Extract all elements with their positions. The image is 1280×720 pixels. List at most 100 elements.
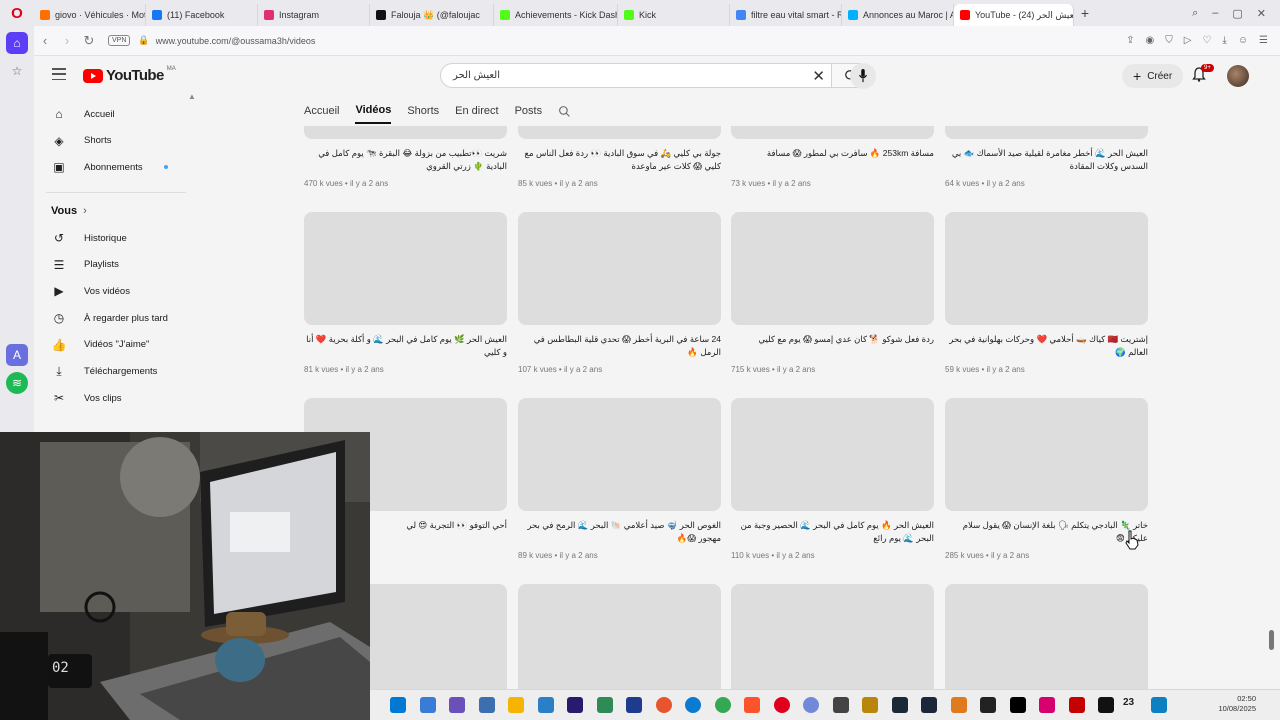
capcut-icon[interactable] [980, 697, 996, 713]
opera-icon[interactable] [773, 697, 790, 713]
download-icon[interactable]: ⤓ [1222, 35, 1226, 46]
browser-tab[interactable]: Kick [618, 4, 730, 26]
discord-icon[interactable] [803, 697, 819, 713]
channel-search-icon[interactable] [558, 105, 571, 118]
video-thumbnail[interactable] [945, 584, 1148, 689]
video-title[interactable]: العيش الحر 🌿 يوم كامل في البحر 🌊 و أكلة … [304, 333, 507, 359]
tab-vidéos[interactable]: Vidéos [355, 98, 392, 124]
forward-icon[interactable]: › [56, 33, 78, 48]
brave-icon[interactable] [744, 697, 760, 713]
maximize-icon[interactable]: ▢ [1232, 7, 1242, 20]
video-thumbnail[interactable] [731, 212, 934, 325]
video-thumbnail[interactable] [731, 126, 934, 139]
youtube-logo[interactable]: YouTube MA [83, 66, 176, 84]
video-thumbnail[interactable] [518, 398, 721, 511]
lock-icon[interactable]: 🔒 [138, 35, 149, 46]
app-icon[interactable] [950, 697, 967, 713]
aria-icon[interactable]: A [6, 344, 28, 366]
video-thumbnail[interactable] [304, 212, 507, 325]
video-thumbnail[interactable] [304, 126, 507, 139]
app-blue-icon[interactable] [1151, 697, 1167, 713]
video-thumbnail[interactable] [731, 584, 934, 689]
create-button[interactable]: + Créer [1122, 64, 1184, 88]
url-field[interactable]: www.youtube.com/@oussama3h/videos [156, 36, 316, 46]
video-title[interactable]: ردة فعل شوكو 🐕 كان عدي إمسو 😱 يوم مع كلي… [731, 333, 934, 359]
heart-icon[interactable]: ♡ [1202, 35, 1211, 46]
sidebar-item-subscriptions[interactable]: ▣ Abonnements [34, 155, 196, 179]
sidebar-item-liked[interactable]: 👍 Vidéos "J'aime" [34, 333, 196, 357]
sidebar-item-clips[interactable]: ✂ Vos clips [34, 386, 196, 410]
sidebar-item-your-videos[interactable]: ▶ Vos vidéos [34, 279, 196, 303]
browser-tab[interactable]: Achievements - Kick Dashb [494, 4, 618, 26]
shield-icon[interactable]: ⛉ [1165, 35, 1173, 46]
close-window-icon[interactable]: ✕ [1257, 7, 1266, 20]
you-section-header[interactable]: Vous › [51, 205, 87, 217]
share-icon[interactable]: ⇪ [1126, 35, 1134, 46]
sidebar-scroll-up-icon[interactable]: ▲ [188, 92, 196, 101]
sidebar-item-playlists[interactable]: ☰ Playlists [34, 253, 196, 277]
voice-search-button[interactable] [850, 63, 876, 89]
easy-setup-icon[interactable]: ☰ [1259, 35, 1268, 46]
obs-icon[interactable] [832, 697, 849, 713]
camera-icon[interactable]: ◉ [1145, 35, 1154, 46]
video-thumbnail[interactable] [945, 126, 1148, 139]
video-thumbnail[interactable] [518, 212, 721, 325]
reload-icon[interactable]: ↻ [78, 33, 100, 49]
video-thumbnail[interactable] [945, 212, 1148, 325]
chrome-icon[interactable] [714, 697, 731, 713]
browser-tab[interactable]: Annonces au Maroc | Avito [842, 4, 954, 26]
notepad-icon[interactable] [478, 697, 495, 713]
steam-icon[interactable] [891, 697, 908, 713]
sidebar-item-watch-later[interactable]: ◷ À regarder plus tard [34, 306, 196, 330]
app-pink-icon[interactable] [1039, 697, 1055, 713]
profile-icon[interactable]: ☺ [1238, 35, 1248, 46]
folder-icon[interactable] [508, 697, 524, 713]
browser-tab[interactable]: YouTube - العيش الحر (24)✕ [954, 4, 1074, 26]
ms-office-icon[interactable] [596, 697, 613, 713]
firefox-icon[interactable] [655, 697, 672, 713]
video-thumbnail[interactable] [945, 398, 1148, 511]
azure-icon[interactable] [419, 697, 436, 713]
video-title[interactable]: إشتريت 🇲🇦 كياك 🛶 أحلامي ❤️ وحركات بهلوان… [945, 333, 1148, 359]
player-icon[interactable]: ▷ [1184, 35, 1192, 46]
account-avatar[interactable] [1227, 65, 1249, 87]
taskbar-badge-number[interactable]: 23 [1123, 697, 1134, 708]
tiktok-icon[interactable] [1009, 697, 1026, 713]
terminal-icon[interactable] [1098, 697, 1114, 713]
taskbar-clock[interactable]: 02:50 10/08/2025 [1218, 694, 1256, 714]
video-title[interactable]: العيش الحر 🔥 يوم كامل في البحر 🌊 الحصير … [731, 519, 934, 545]
video-title[interactable]: مسافة 253km 🔥 سافرت بي لمطور 😱 مسافة [731, 147, 934, 173]
edge-icon[interactable] [685, 697, 701, 713]
sidebar-item-history[interactable]: ↺ Historique [34, 226, 196, 250]
vscode-icon[interactable] [390, 697, 406, 713]
sidebar-item-downloads[interactable]: ⤓ Téléchargements [34, 360, 196, 384]
tab-shorts[interactable]: Shorts [407, 99, 439, 123]
video-thumbnail[interactable] [731, 398, 934, 511]
store-icon[interactable] [537, 697, 554, 713]
browser-tab[interactable]: filtre eau vital smart - Rech [730, 4, 842, 26]
video-title[interactable]: جولة بي كليي 🛵 في سوق البادية 👀 ردة فعل … [518, 147, 721, 173]
opera-logo-icon[interactable]: O [0, 0, 34, 26]
tab-posts[interactable]: Posts [515, 99, 543, 123]
sidebar-item-shorts[interactable]: ◈ Shorts [34, 129, 196, 153]
minimize-icon[interactable]: – [1212, 7, 1218, 19]
video-title[interactable]: الغوص الحر 🤿 صيد أعلامي 🐚 البحر 🌊 الرمح … [518, 519, 721, 545]
video-thumbnail[interactable] [518, 584, 721, 689]
back-icon[interactable]: ‹ [34, 33, 56, 48]
pinboard-icon[interactable]: ☆ [6, 60, 28, 82]
launcher-icon[interactable] [626, 697, 642, 713]
page-scrollbar[interactable] [1269, 630, 1274, 650]
steam-alt-icon[interactable] [921, 697, 937, 713]
video-title[interactable]: العيش الحر 🌊 أخطر مغامرة لقيلية صيد الأس… [945, 147, 1148, 173]
vpn-badge[interactable]: VPN [108, 35, 131, 46]
premiere-icon[interactable] [567, 697, 583, 713]
video-title[interactable]: 24 ساعة في البرية أخطر 😱 تحدي قلية البطا… [518, 333, 721, 359]
video-thumbnail[interactable] [518, 126, 721, 139]
tab-accueil[interactable]: Accueil [304, 99, 339, 123]
tab-en-direct[interactable]: En direct [455, 99, 498, 123]
video-title[interactable]: خاتر 🦎 البادجي يتكلم 🗣 بلغة الإنسان 😱 يق… [945, 519, 1148, 545]
search-tabs-icon[interactable]: ⌕ [1192, 7, 1198, 20]
clear-search-icon[interactable]: ✕ [812, 67, 825, 85]
browser-tab[interactable]: (11) Facebook [146, 4, 258, 26]
browser-tab[interactable]: giovo · Véhicules · Motos [34, 4, 146, 26]
